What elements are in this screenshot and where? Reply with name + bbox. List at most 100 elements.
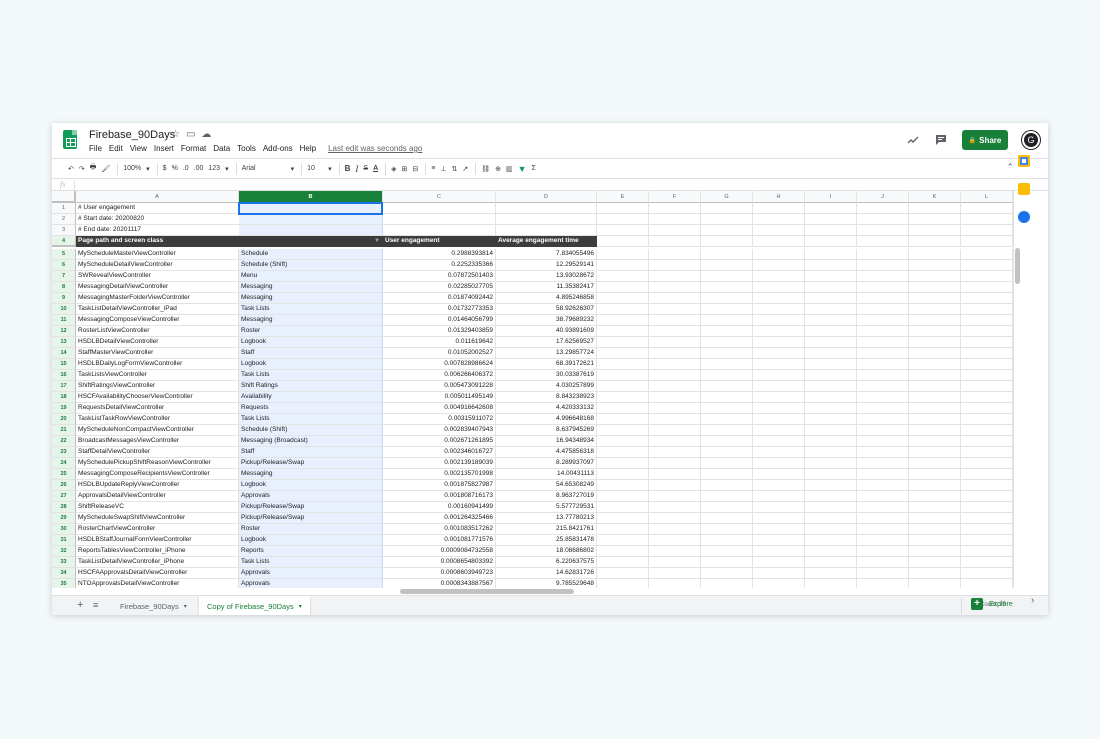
- table-cell[interactable]: 14.62831726: [496, 568, 597, 579]
- table-cell[interactable]: [701, 381, 753, 392]
- table-cell[interactable]: MyScheduleMasterViewController: [76, 249, 239, 260]
- table-cell[interactable]: 17.62569527: [496, 337, 597, 348]
- table-cell[interactable]: [753, 214, 805, 225]
- table-cell[interactable]: [649, 326, 701, 337]
- text-rotate-icon[interactable]: ↗: [462, 165, 468, 173]
- row-header[interactable]: 18: [52, 392, 76, 403]
- table-cell[interactable]: MySchedulePickupShiftReasonViewControlle…: [76, 458, 239, 469]
- table-cell[interactable]: [701, 249, 753, 260]
- table-cell[interactable]: Requests: [239, 403, 383, 414]
- table-cell[interactable]: [805, 524, 857, 535]
- table-cell[interactable]: [753, 502, 805, 513]
- table-cell[interactable]: [383, 214, 496, 225]
- table-cell[interactable]: HSCFAvailabilityChooserViewController: [76, 392, 239, 403]
- table-cell[interactable]: [753, 425, 805, 436]
- table-cell[interactable]: [597, 225, 649, 236]
- table-cell[interactable]: HSDLBUpdateReplyViewController: [76, 480, 239, 491]
- row-header[interactable]: 29: [52, 513, 76, 524]
- table-cell[interactable]: [909, 502, 961, 513]
- table-cell[interactable]: 54.65308249: [496, 480, 597, 491]
- collapse-menus-icon[interactable]: ⌃: [1006, 162, 1014, 173]
- table-cell[interactable]: [805, 414, 857, 425]
- keep-icon[interactable]: [1018, 183, 1030, 195]
- table-cell[interactable]: [701, 480, 753, 491]
- table-cell[interactable]: Messaging (Broadcast): [239, 436, 383, 447]
- table-cell[interactable]: 0.001083517262: [383, 524, 496, 535]
- column-title-page-path[interactable]: Page path and screen class: [76, 236, 239, 247]
- table-cell[interactable]: [753, 293, 805, 304]
- table-cell[interactable]: [753, 315, 805, 326]
- table-cell[interactable]: [805, 225, 857, 236]
- table-cell[interactable]: 215.8421761: [496, 524, 597, 535]
- filter-dropdown-icon[interactable]: ▼: [374, 236, 380, 246]
- table-cell[interactable]: 8.963727019: [496, 491, 597, 502]
- cloud-saved-icon[interactable]: ☁: [201, 129, 211, 140]
- table-cell[interactable]: [805, 282, 857, 293]
- table-cell[interactable]: [701, 524, 753, 535]
- table-cell[interactable]: 0.011619642: [383, 337, 496, 348]
- table-cell[interactable]: TaskListTaskRowViewController: [76, 414, 239, 425]
- filter-icon[interactable]: ▼: [518, 164, 527, 174]
- table-cell[interactable]: [805, 568, 857, 579]
- row-header[interactable]: 15: [52, 359, 76, 370]
- column-title-screen-class[interactable]: ▼: [239, 236, 383, 247]
- table-cell[interactable]: [753, 546, 805, 557]
- table-cell[interactable]: [805, 304, 857, 315]
- table-cell[interactable]: [805, 469, 857, 480]
- table-cell[interactable]: [857, 425, 909, 436]
- table-cell[interactable]: 8.843238923: [496, 392, 597, 403]
- column-header-e[interactable]: E: [597, 191, 649, 203]
- table-cell[interactable]: MyScheduleNonCompactViewController: [76, 425, 239, 436]
- table-cell[interactable]: [649, 370, 701, 381]
- table-cell[interactable]: [961, 381, 1013, 392]
- row-header[interactable]: 24: [52, 458, 76, 469]
- table-cell[interactable]: [857, 458, 909, 469]
- horizontal-scrollbar[interactable]: [400, 589, 574, 594]
- row-header[interactable]: 3: [52, 225, 76, 236]
- table-cell[interactable]: [805, 271, 857, 282]
- table-cell[interactable]: [805, 249, 857, 260]
- table-cell[interactable]: [961, 225, 1013, 236]
- table-cell[interactable]: [909, 392, 961, 403]
- row-header[interactable]: 27: [52, 491, 76, 502]
- zoom-select[interactable]: 100%: [123, 165, 141, 172]
- table-cell[interactable]: [805, 579, 857, 588]
- sheet-tab-copy[interactable]: Copy of Firebase_90Days ▾: [199, 596, 310, 615]
- table-cell[interactable]: [805, 370, 857, 381]
- table-cell[interactable]: 0.02285027705: [383, 282, 496, 293]
- table-cell[interactable]: [753, 557, 805, 568]
- table-cell[interactable]: [909, 271, 961, 282]
- table-cell[interactable]: [909, 293, 961, 304]
- table-cell[interactable]: [597, 326, 649, 337]
- table-cell[interactable]: [961, 282, 1013, 293]
- table-cell[interactable]: [909, 469, 961, 480]
- table-cell[interactable]: [649, 524, 701, 535]
- row-header[interactable]: 16: [52, 370, 76, 381]
- table-cell[interactable]: [961, 447, 1013, 458]
- row-header[interactable]: 12: [52, 326, 76, 337]
- strikethrough-button[interactable]: S: [363, 165, 368, 172]
- table-cell[interactable]: 0.002671261895: [383, 436, 496, 447]
- table-cell[interactable]: 0.0008603949723: [383, 568, 496, 579]
- table-cell[interactable]: [701, 546, 753, 557]
- table-cell[interactable]: [909, 203, 961, 214]
- table-cell[interactable]: NTOApprovalsDetailViewController: [76, 579, 239, 588]
- table-cell[interactable]: [753, 271, 805, 282]
- table-cell[interactable]: [701, 579, 753, 588]
- table-cell[interactable]: [857, 469, 909, 480]
- table-cell[interactable]: MessagingMasterFolderViewController: [76, 293, 239, 304]
- table-cell[interactable]: [597, 535, 649, 546]
- table-cell[interactable]: [701, 535, 753, 546]
- comments-icon[interactable]: [934, 133, 948, 147]
- table-cell[interactable]: 4.030257899: [496, 381, 597, 392]
- table-cell[interactable]: HSCFAApprovalsDetailViewController: [76, 568, 239, 579]
- table-cell[interactable]: [909, 546, 961, 557]
- table-cell[interactable]: ShiftReleaseVC: [76, 502, 239, 513]
- table-cell[interactable]: [701, 469, 753, 480]
- table-cell[interactable]: [857, 502, 909, 513]
- chevron-down-icon[interactable]: ▾: [291, 165, 295, 173]
- table-cell[interactable]: [805, 392, 857, 403]
- table-cell[interactable]: [701, 282, 753, 293]
- table-cell[interactable]: [649, 436, 701, 447]
- italic-button[interactable]: I: [355, 164, 358, 174]
